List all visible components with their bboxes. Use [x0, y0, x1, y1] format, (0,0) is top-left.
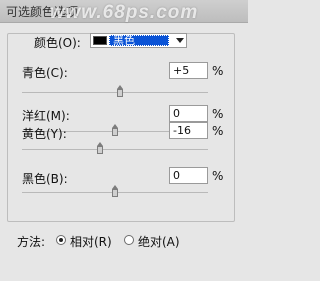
magenta-input[interactable]: 0 [169, 105, 208, 122]
black-percent: % [212, 169, 224, 183]
yellow-slider-track[interactable] [22, 149, 208, 150]
relative-radio[interactable] [56, 235, 66, 245]
cyan-label: 青色(C): [22, 66, 68, 80]
black-slider-thumb[interactable] [112, 185, 118, 197]
cyan-slider-thumb[interactable] [116, 85, 123, 97]
black-label: 黑色(B): [22, 172, 68, 186]
yellow-input[interactable]: -16 [169, 122, 208, 139]
colors-select-value: 黑色 [113, 34, 135, 47]
magenta-percent: % [212, 107, 224, 121]
yellow-label: 黄色(Y): [22, 127, 67, 141]
color-swatch [93, 36, 107, 45]
magenta-label: 洋红(M): [22, 109, 70, 123]
absolute-radio-label[interactable]: 绝对(A) [138, 233, 180, 250]
relative-radio-label[interactable]: 相对(R) [70, 233, 112, 250]
cyan-slider-track[interactable] [22, 92, 208, 93]
chevron-down-icon[interactable] [176, 38, 184, 43]
colors-label: 颜色(O): [32, 34, 83, 51]
magenta-slider-thumb[interactable] [112, 124, 118, 136]
colors-select[interactable]: 黑色 [90, 33, 187, 48]
cyan-input[interactable]: +5 [169, 62, 208, 79]
absolute-radio[interactable] [124, 235, 134, 245]
yellow-percent: % [212, 124, 224, 138]
cyan-percent: % [212, 64, 224, 78]
watermark: www.68ps.com [49, 2, 199, 23]
method-label: 方法: [17, 235, 46, 249]
black-input[interactable]: 0 [169, 167, 208, 184]
yellow-slider-thumb[interactable] [97, 142, 104, 154]
